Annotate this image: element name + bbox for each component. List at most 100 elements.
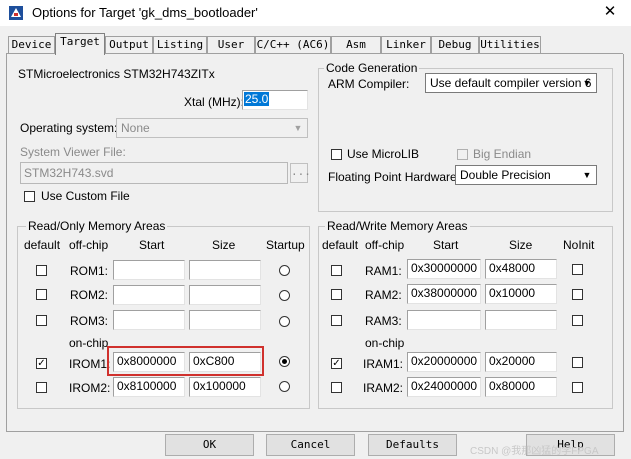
custom-file-label: Use Custom File: [41, 189, 130, 203]
rom1-startup-radio[interactable]: [279, 265, 290, 276]
rom3-startup-radio[interactable]: [279, 316, 290, 327]
iram2-start-input[interactable]: 0x24000000: [407, 377, 481, 397]
rom3-size-input[interactable]: [189, 310, 261, 330]
ram3-size-input[interactable]: [485, 310, 557, 330]
window-title: Options for Target 'gk_dms_bootloader': [32, 5, 258, 20]
tab-asm[interactable]: Asm: [331, 36, 381, 54]
ro-header-startup: Startup: [266, 238, 305, 252]
rw-header-offchip: off-chip: [365, 238, 405, 252]
ro-memory-title: Read/Only Memory Areas: [26, 219, 168, 233]
ram1-size-input[interactable]: 0x48000: [485, 259, 557, 279]
irom2-size-input[interactable]: 0x100000: [189, 377, 261, 397]
code-generation-title: Code Generation: [324, 61, 420, 75]
big-endian-checkbox[interactable]: [457, 149, 468, 160]
device-name: STMicroelectronics STM32H743ZITx: [18, 67, 215, 81]
rom2-size-input[interactable]: [189, 285, 261, 305]
rw-header-noinit: NoInit: [563, 238, 595, 252]
ram1-label: RAM1:: [365, 264, 402, 278]
compiler-value: Use default compiler version 6: [430, 76, 592, 90]
ro-header-default: default: [24, 238, 61, 252]
cancel-button[interactable]: Cancel: [266, 434, 355, 456]
watermark: CSDN @我那凶猛的学FPGA: [470, 446, 599, 457]
ram1-noinit-checkbox[interactable]: [572, 264, 583, 275]
os-select[interactable]: None ▼: [116, 118, 308, 138]
irom2-startup-radio[interactable]: [279, 381, 290, 392]
annotation-highlight-box: [107, 346, 264, 376]
irom1-label: IROM1:: [69, 357, 111, 371]
svd-label: System Viewer File:: [20, 145, 126, 159]
tab-utilities[interactable]: Utilities: [479, 36, 541, 54]
irom1-default-checkbox[interactable]: ✓: [36, 358, 47, 369]
ram2-noinit-checkbox[interactable]: [572, 289, 583, 300]
rw-header-size: Size: [509, 238, 533, 252]
ram2-label: RAM2:: [365, 288, 402, 302]
irom2-start-input[interactable]: 0x8100000: [113, 377, 185, 397]
radio-selected-dot: [282, 359, 287, 364]
iram1-start-input[interactable]: 0x20000000: [407, 352, 481, 372]
tab-debug[interactable]: Debug: [431, 36, 479, 54]
iram2-default-checkbox[interactable]: [331, 382, 342, 393]
ram2-size-input[interactable]: 0x10000: [485, 284, 557, 304]
ro-header-start: Start: [139, 238, 165, 252]
custom-file-checkbox[interactable]: [24, 191, 35, 202]
iram1-label: IRAM1:: [363, 357, 404, 371]
compiler-select[interactable]: Use default compiler version 6 ▼: [425, 73, 597, 93]
rw-onchip-label: on-chip: [365, 336, 405, 350]
microlib-checkbox[interactable]: [331, 149, 342, 160]
rom3-label: ROM3:: [70, 314, 109, 328]
iram1-default-checkbox[interactable]: ✓: [331, 358, 342, 369]
irom1-startup-radio[interactable]: [279, 356, 290, 367]
rw-memory-title: Read/Write Memory Areas: [325, 219, 470, 233]
ram3-label: RAM3:: [365, 314, 402, 328]
tab-cpp[interactable]: C/C++ (AC6): [255, 36, 331, 54]
rom1-size-input[interactable]: [189, 260, 261, 280]
rom2-label: ROM2:: [70, 288, 109, 302]
ro-header-offchip: off-chip: [69, 238, 109, 252]
ram2-default-checkbox[interactable]: [331, 289, 342, 300]
irom2-default-checkbox[interactable]: [36, 382, 47, 393]
rom1-label: ROM1:: [70, 264, 109, 278]
tab-device[interactable]: Device: [8, 36, 55, 54]
ram3-noinit-checkbox[interactable]: [572, 315, 583, 326]
ram1-default-checkbox[interactable]: [331, 265, 342, 276]
ram2-start-input[interactable]: 0x38000000: [407, 284, 481, 304]
iram1-size-input[interactable]: 0x20000: [485, 352, 557, 372]
ro-onchip-label: on-chip: [69, 336, 109, 350]
title-bar: Options for Target 'gk_dms_bootloader' ✕: [0, 0, 631, 26]
xtal-value: 25.0: [244, 92, 270, 106]
rom3-default-checkbox[interactable]: [36, 315, 47, 326]
iram2-size-input[interactable]: 0x80000: [485, 377, 557, 397]
rom2-startup-radio[interactable]: [279, 290, 290, 301]
chevron-down-icon: ▼: [293, 123, 303, 133]
tab-target[interactable]: Target: [55, 33, 105, 55]
rw-header-start: Start: [433, 238, 459, 252]
rom1-default-checkbox[interactable]: [36, 265, 47, 276]
browse-svd-button[interactable]: ...: [290, 163, 311, 183]
defaults-button[interactable]: Defaults: [368, 434, 457, 456]
tab-linker[interactable]: Linker: [381, 36, 431, 54]
xtal-label: Xtal (MHz):: [184, 95, 244, 109]
keil-app-icon: [9, 6, 23, 20]
microlib-label: Use MicroLIB: [347, 147, 420, 161]
ram3-default-checkbox[interactable]: [331, 315, 342, 326]
rom3-start-input[interactable]: [113, 310, 185, 330]
xtal-input[interactable]: 25.0: [242, 90, 308, 110]
tab-user[interactable]: User: [207, 36, 255, 54]
tab-output[interactable]: Output: [105, 36, 153, 54]
tab-listing[interactable]: Listing: [153, 36, 207, 54]
fpu-value: Double Precision: [460, 168, 551, 182]
big-endian-label: Big Endian: [473, 147, 532, 161]
fpu-select[interactable]: Double Precision ▼: [455, 165, 597, 185]
os-label: Operating system:: [20, 121, 118, 135]
svd-input[interactable]: STM32H743.svd: [20, 162, 288, 184]
rom1-start-input[interactable]: [113, 260, 185, 280]
close-icon[interactable]: ✕: [597, 0, 623, 26]
ok-button[interactable]: OK: [165, 434, 254, 456]
ram3-start-input[interactable]: [407, 310, 481, 330]
ram1-start-input[interactable]: 0x30000000: [407, 259, 481, 279]
iram2-noinit-checkbox[interactable]: [572, 382, 583, 393]
irom2-label: IROM2:: [69, 381, 111, 395]
rom2-start-input[interactable]: [113, 285, 185, 305]
iram1-noinit-checkbox[interactable]: [572, 357, 583, 368]
rom2-default-checkbox[interactable]: [36, 289, 47, 300]
